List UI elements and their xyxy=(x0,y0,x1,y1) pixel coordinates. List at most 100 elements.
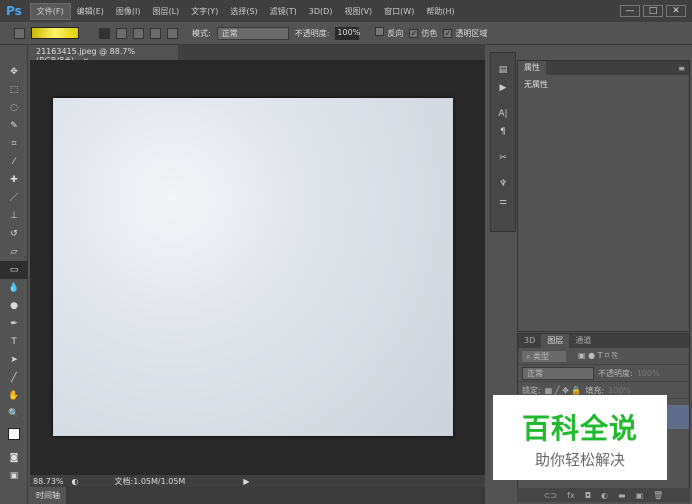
stamp-tool-icon[interactable]: ⊥ xyxy=(0,207,28,225)
maximize-button[interactable]: □ xyxy=(643,5,663,17)
trash-icon[interactable]: 🗑 xyxy=(653,491,663,500)
menu-view[interactable]: 视图(V) xyxy=(338,4,378,19)
opacity-input[interactable]: 100% xyxy=(335,26,360,40)
angle-gradient-icon[interactable] xyxy=(133,27,144,39)
snow-texture-image[interactable] xyxy=(53,98,453,436)
layers-footer: ⊂⊃ fx ◘ ◐ ▬ ▣ 🗑 xyxy=(517,488,690,502)
canvas-area[interactable] xyxy=(30,60,485,475)
dither-checkbox[interactable]: ✓ 仿色 xyxy=(409,28,437,39)
paragraph-icon[interactable]: ¶ xyxy=(491,123,515,141)
brush-tool-icon[interactable]: ／ xyxy=(0,189,28,207)
tab-channels[interactable]: 通道 xyxy=(569,334,597,348)
menu-edit[interactable]: 编辑(E) xyxy=(71,4,110,19)
healing-tool-icon[interactable]: ✚ xyxy=(0,171,28,189)
menu-filter[interactable]: 滤镜(T) xyxy=(264,4,303,19)
options-bar: 模式: 正常 不透明度: 100% 反向 ✓ 仿色 ✓ 透明区域 xyxy=(0,22,692,45)
watermark: 百科全说 助你轻松解决 xyxy=(493,395,667,480)
panel-dock: ▤ ▶ A| ¶ ✂ ♆ ⚌ xyxy=(490,52,516,232)
diamond-gradient-icon[interactable] xyxy=(167,27,178,39)
tab-3d[interactable]: 3D xyxy=(518,334,541,348)
timeline-panel: 时间轴 xyxy=(30,487,485,504)
menu-help[interactable]: 帮助(H) xyxy=(420,4,460,19)
menu-3d[interactable]: 3D(D) xyxy=(303,5,339,18)
lasso-tool-icon[interactable]: ◌ xyxy=(0,99,28,117)
menu-file[interactable]: 文件(F) xyxy=(29,2,71,20)
panel-menu-icon[interactable]: ≡ xyxy=(678,64,689,73)
transparency-checkbox[interactable]: ✓ 透明区域 xyxy=(443,28,487,39)
lock-icons[interactable]: ▦ ╱ ✥ 🔒 xyxy=(545,386,582,395)
status-menu-arrow-icon[interactable]: ▶ xyxy=(243,477,249,486)
adjustments-icon[interactable]: ⚌ xyxy=(491,193,515,211)
type-tool-icon[interactable]: T xyxy=(0,333,28,351)
group-icon[interactable]: ▬ xyxy=(618,491,626,500)
gradient-tool-icon[interactable]: ▭ xyxy=(0,261,28,279)
menu-window[interactable]: 窗口(W) xyxy=(378,4,420,19)
brush-presets-icon[interactable]: ♆ xyxy=(491,175,515,193)
document-tab[interactable]: 21163415.jpeg @ 88.7%(RGB/8#) × xyxy=(30,45,178,65)
link-icon[interactable]: ⊂⊃ xyxy=(544,491,557,500)
lock-label: 锁定: xyxy=(522,385,541,395)
document-size: 文档:1.05M/1.05M xyxy=(114,476,186,486)
menu-layer[interactable]: 图层(L) xyxy=(146,4,185,19)
properties-tab[interactable]: 属性 xyxy=(518,61,546,75)
layer-opacity-label: 不透明度: xyxy=(598,368,633,378)
screen-mode-icon[interactable]: ▣ xyxy=(0,467,28,485)
close-button[interactable]: ✕ xyxy=(666,5,686,17)
adjustment-layer-icon[interactable]: ◐ xyxy=(601,491,608,500)
quick-mask-icon[interactable]: ◙ xyxy=(0,449,28,467)
line-tool-icon[interactable]: ╱ xyxy=(0,369,28,387)
reverse-checkbox[interactable]: 反向 xyxy=(375,27,403,39)
new-layer-icon[interactable]: ▣ xyxy=(636,491,644,500)
watermark-subtitle: 助你轻松解决 xyxy=(534,451,625,469)
fill-label: 填充: xyxy=(585,385,605,395)
blend-mode-select[interactable]: 正常 xyxy=(522,366,594,380)
watermark-title: 百科全说 xyxy=(521,412,638,445)
menu-bar: Ps 文件(F) 编辑(E) 图像(I) 图层(L) 文字(Y) 选择(S) 滤… xyxy=(0,0,692,22)
layer-opacity-input[interactable]: 100% xyxy=(637,369,660,378)
history-brush-icon[interactable]: ↺ xyxy=(0,225,28,243)
mode-select[interactable]: 正常 xyxy=(216,26,289,40)
hand-tool-icon[interactable]: ✋ xyxy=(0,387,28,405)
status-bar: 88.73% ◐ 文档:1.05M/1.05M ▶ xyxy=(30,475,485,487)
quick-select-tool-icon[interactable]: ✎ xyxy=(0,117,28,135)
zoom-tool-icon[interactable]: 🔍 xyxy=(0,405,28,423)
dodge-tool-icon[interactable]: ● xyxy=(0,297,28,315)
minimize-button[interactable]: — xyxy=(620,5,640,17)
actions-icon[interactable]: ▶ xyxy=(491,79,515,97)
tab-layers[interactable]: 图层 xyxy=(541,334,570,348)
radial-gradient-icon[interactable] xyxy=(116,27,127,39)
status-info-icon[interactable]: ◐ xyxy=(72,477,79,486)
character-icon[interactable]: A| xyxy=(491,105,515,123)
pen-tool-icon[interactable]: ✒ xyxy=(0,315,28,333)
gradient-tool-preset-icon[interactable] xyxy=(14,27,25,39)
gradient-picker[interactable] xyxy=(31,27,79,39)
filter-icons[interactable]: ▣ ● T ⌑ ⎘ xyxy=(578,351,618,361)
zoom-level[interactable]: 88.73% xyxy=(33,477,64,486)
properties-content: 无属性 xyxy=(524,80,548,89)
move-tool-icon[interactable]: ✥ xyxy=(0,63,28,81)
fill-input[interactable]: 100% xyxy=(608,386,631,395)
mode-label: 模式: xyxy=(192,28,211,38)
filter-type-select[interactable]: ⌕ 类型 xyxy=(522,350,566,362)
linear-gradient-icon[interactable] xyxy=(99,27,110,39)
properties-panel: 属性 ≡ 无属性 xyxy=(517,60,690,332)
path-select-icon[interactable]: ➤ xyxy=(0,351,28,369)
menu-type[interactable]: 文字(Y) xyxy=(185,4,224,19)
reflected-gradient-icon[interactable] xyxy=(150,27,161,39)
blur-tool-icon[interactable]: 💧 xyxy=(0,279,28,297)
mask-icon[interactable]: ◘ xyxy=(585,491,591,500)
tools-presets-icon[interactable]: ✂ xyxy=(491,149,515,167)
menu-image[interactable]: 图像(I) xyxy=(110,4,147,19)
crop-tool-icon[interactable]: ⌗ xyxy=(0,135,28,153)
marquee-tool-icon[interactable]: ⬚ xyxy=(0,81,28,99)
fx-icon[interactable]: fx xyxy=(567,491,575,500)
eraser-tool-icon[interactable]: ▱ xyxy=(0,243,28,261)
eyedropper-tool-icon[interactable]: ⁄ xyxy=(0,153,28,171)
photoshop-logo: Ps xyxy=(6,4,22,18)
history-icon[interactable]: ▤ xyxy=(491,61,515,79)
color-swatches-icon[interactable] xyxy=(0,423,28,449)
tools-panel: ✥ ⬚ ◌ ✎ ⌗ ⁄ ✚ ／ ⊥ ↺ ▱ ▭ 💧 ● ✒ T ➤ ╱ ✋ 🔍 … xyxy=(0,45,28,504)
menu-select[interactable]: 选择(S) xyxy=(224,4,263,19)
document-tabs: 21163415.jpeg @ 88.7%(RGB/8#) × xyxy=(30,45,485,65)
timeline-tab[interactable]: 时间轴 xyxy=(30,487,66,504)
